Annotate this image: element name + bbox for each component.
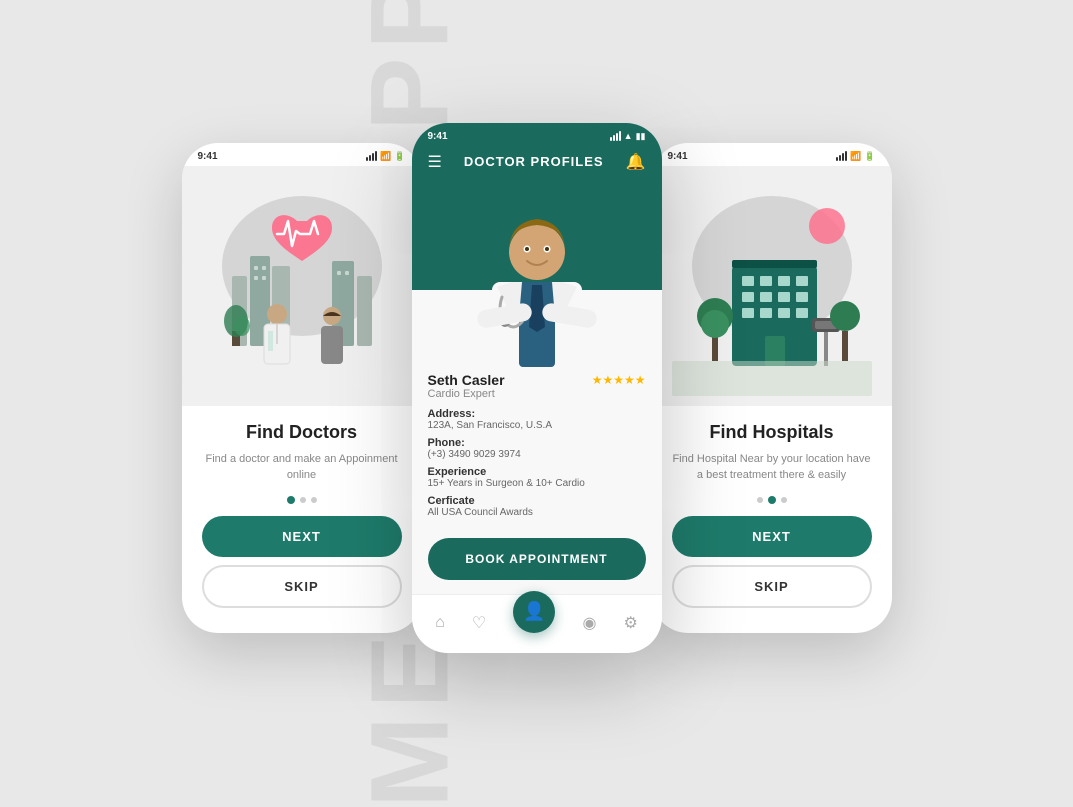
doctor-profiles-header: ☰ DOCTOR PROFILES 🔔: [412, 146, 662, 182]
profile-nav-icon: 👤: [523, 601, 545, 622]
find-hospitals-subtitle: Find Hospital Near by your location have…: [672, 451, 872, 484]
dots-indicator-right: [757, 496, 787, 504]
battery-icon-left: 🔋: [394, 151, 405, 162]
bottom-nav: ⌂ ♡ 👤 ◉ ⚙: [412, 594, 662, 653]
heart-nav-icon: ♡: [472, 613, 486, 633]
doctor-profile-info: Seth Casler ★★★★★ Cardio Expert Address:…: [412, 362, 662, 594]
status-time-middle: 9:41: [428, 131, 448, 142]
signal-icon-left: [366, 151, 377, 161]
signal-icon-middle: [610, 131, 621, 141]
phone-label: Phone:: [428, 437, 646, 449]
doctor-stars: ★★★★★: [592, 373, 646, 387]
status-bar-middle: 9:41 ▲ ▮▮: [412, 123, 662, 146]
settings-nav-icon: ⚙: [624, 613, 638, 633]
home-nav-icon: ⌂: [435, 614, 445, 632]
doctor-avatar-illustration: [467, 197, 607, 367]
doctors-illustration: [202, 176, 402, 396]
certificate-label: Cerficate: [428, 495, 646, 507]
menu-icon[interactable]: ☰: [428, 152, 442, 172]
nav-settings[interactable]: ⚙: [624, 613, 638, 634]
find-doctors-title: Find Doctors: [246, 422, 357, 443]
experience-value: 15+ Years in Surgeon & 10+ Cardio: [428, 478, 646, 489]
address-value: 123A, San Francisco, U.S.A: [428, 420, 646, 431]
header-title: DOCTOR PROFILES: [464, 154, 604, 169]
doctor-name: Seth Casler: [428, 372, 505, 388]
experience-section: Experience 15+ Years in Surgeon & 10+ Ca…: [428, 466, 646, 489]
skip-button-right[interactable]: SKIP: [672, 565, 872, 608]
user-nav-icon: ◉: [582, 613, 596, 633]
status-time-left: 9:41: [198, 151, 218, 162]
status-bar-left: 9:41 📶 🔋: [182, 143, 422, 166]
find-doctors-subtitle: Find a doctor and make an Appoinment onl…: [202, 451, 402, 484]
dot-2: [300, 497, 306, 503]
hero-illustration-left: [182, 166, 422, 406]
status-time-right: 9:41: [668, 151, 688, 162]
battery-icon-middle: ▮▮: [636, 131, 646, 142]
dot-r3: [781, 497, 787, 503]
doctor-hero-area: [412, 182, 662, 362]
next-button-right[interactable]: NEXT: [672, 516, 872, 557]
find-hospitals-title: Find Hospitals: [709, 422, 833, 443]
dot-r2: [768, 496, 776, 504]
book-appointment-button[interactable]: BOOK APPOINTMENT: [428, 538, 646, 580]
doctor-info-section: Seth Casler ★★★★★ Cardio Expert Address:…: [412, 362, 662, 530]
screens-container: 9:41 📶 🔋: [182, 123, 892, 653]
dot-3: [311, 497, 317, 503]
status-icons-middle: ▲ ▮▮: [610, 131, 646, 142]
wifi-icon-middle: ▲: [624, 131, 633, 141]
wifi-icon-left: 📶: [380, 151, 391, 162]
bell-icon[interactable]: 🔔: [626, 152, 646, 172]
phone-section: Phone: (+3) 3490 9029 3974: [428, 437, 646, 460]
status-icons-right: 📶 🔋: [836, 151, 875, 162]
address-label: Address:: [428, 408, 646, 420]
certificate-section: Cerficate All USA Council Awards: [428, 495, 646, 518]
hospital-illustration: [672, 176, 872, 396]
dot-1: [287, 496, 295, 504]
certificate-value: All USA Council Awards: [428, 507, 646, 518]
phone-value: (+3) 3490 9029 3974: [428, 449, 646, 460]
wifi-icon-right: 📶: [850, 151, 861, 162]
status-bar-right: 9:41 📶 🔋: [652, 143, 892, 166]
nav-center-profile-button[interactable]: 👤: [513, 591, 555, 633]
doctor-name-row: Seth Casler ★★★★★: [428, 372, 646, 388]
next-button-left[interactable]: NEXT: [202, 516, 402, 557]
signal-icon-right: [836, 151, 847, 161]
hero-illustration-right: [652, 166, 892, 406]
phone-find-doctors: 9:41 📶 🔋: [182, 143, 422, 633]
battery-icon-right: 🔋: [864, 151, 875, 162]
find-doctors-content: Find Doctors Find a doctor and make an A…: [182, 406, 422, 628]
experience-label: Experience: [428, 466, 646, 478]
phone-doctor-profiles: 9:41 ▲ ▮▮ ☰ DOCTOR PROFILES 🔔: [412, 123, 662, 653]
status-icons-left: 📶 🔋: [366, 151, 405, 162]
skip-button-left[interactable]: SKIP: [202, 565, 402, 608]
nav-home[interactable]: ⌂: [435, 614, 445, 633]
phone-find-hospitals: 9:41 📶 🔋: [652, 143, 892, 633]
dots-indicator-left: [287, 496, 317, 504]
doctor-specialty: Cardio Expert: [428, 388, 646, 400]
address-section: Address: 123A, San Francisco, U.S.A: [428, 408, 646, 431]
dot-r1: [757, 497, 763, 503]
nav-favorites[interactable]: ♡: [472, 613, 486, 634]
find-hospitals-content: Find Hospitals Find Hospital Near by you…: [652, 406, 892, 628]
nav-user[interactable]: ◉: [582, 613, 596, 634]
